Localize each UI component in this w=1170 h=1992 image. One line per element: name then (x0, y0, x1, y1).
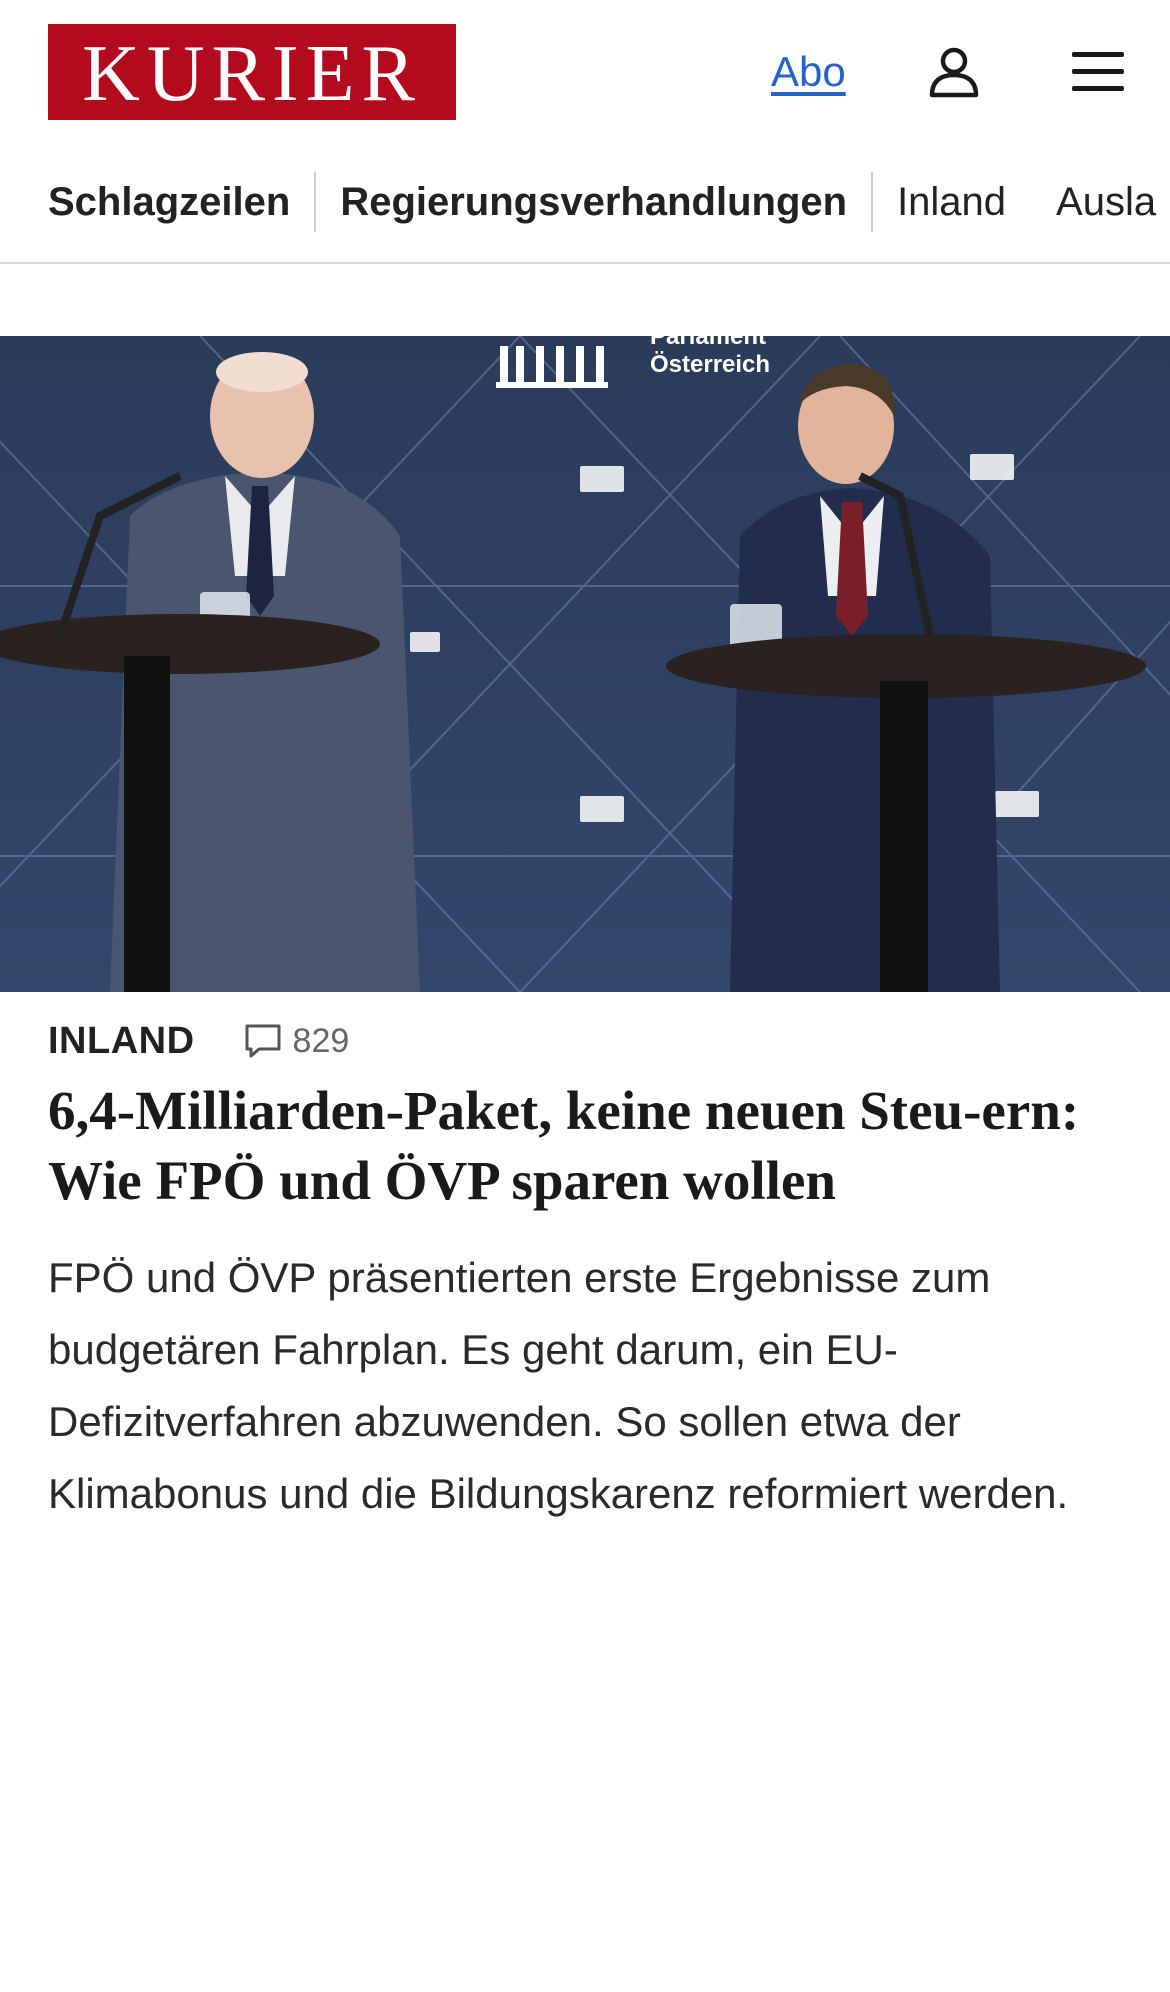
abo-link[interactable]: Abo (771, 48, 846, 96)
backdrop-text-2: Österreich (650, 351, 770, 378)
comment-count-link[interactable]: 829 (243, 1021, 350, 1061)
logo-text: KURIER (82, 30, 422, 118)
nav-divider (314, 172, 317, 232)
nav-item-regierungsverhandlungen[interactable]: Regierungsverhandlungen (340, 172, 847, 232)
nav-item-ausland[interactable]: Ausla (1056, 172, 1156, 232)
comment-icon (245, 1024, 281, 1058)
nav-item-inland[interactable]: Inland (897, 172, 1006, 232)
site-header: KURIER Abo (0, 0, 1170, 140)
hamburger-menu-icon[interactable] (1072, 50, 1124, 94)
comment-count: 829 (292, 1021, 350, 1060)
article-headline[interactable]: 6,4-Milliarden-Paket, keine neuen Steu-e… (48, 1076, 1128, 1216)
article-teaser[interactable]: FPÖ und ÖVP präsentierten erste Ergebnis… (48, 1242, 1128, 1530)
category-nav: Schlagzeilen Regierungsverhandlungen Inl… (0, 160, 1170, 264)
article-hero-image[interactable]: Parlament Österreich (0, 336, 1170, 992)
kurier-logo[interactable]: KURIER (48, 24, 456, 120)
nav-item-schlagzeilen[interactable]: Schlagzeilen (48, 172, 290, 232)
article-meta: INLAND 829 (48, 1016, 349, 1066)
nav-divider (871, 172, 874, 232)
user-icon[interactable] (928, 46, 980, 98)
article-kicker[interactable]: INLAND (48, 1020, 195, 1063)
backdrop-text-1: Parlament (650, 336, 766, 350)
